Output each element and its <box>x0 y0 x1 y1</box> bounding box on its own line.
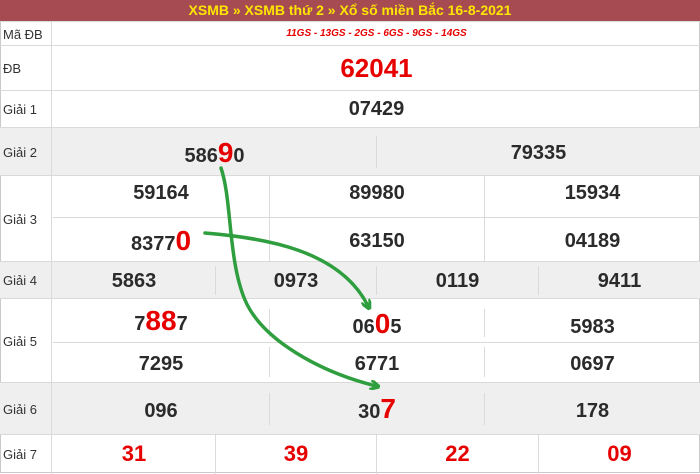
digit-group: 5 <box>390 316 402 338</box>
row-label: ĐB <box>0 46 52 91</box>
highlight-digit: 88 <box>145 305 177 336</box>
prize-5-value: 6771 <box>354 353 400 375</box>
prize-2-value-1: 58690 <box>53 137 376 169</box>
prize-3-value: 04189 <box>564 230 621 252</box>
prize-2-value-2: 79335 <box>510 142 567 164</box>
prize-4-value: 9411 <box>597 270 642 292</box>
row-label: Giải 4 <box>0 262 52 299</box>
row-label: Mã ĐB <box>0 22 52 46</box>
row-label: Giải 5 <box>0 299 52 383</box>
prize-6-value: 178 <box>575 400 610 422</box>
breadcrumb-separator: » <box>323 2 340 18</box>
row-special-prize: ĐB 62041 <box>0 45 700 91</box>
row-label: Giải 7 <box>0 435 52 474</box>
prize-7-value: 22 <box>445 441 470 466</box>
row-prize-1: Giải 1 07429 <box>0 90 700 128</box>
digit-group: 586 <box>184 145 218 167</box>
highlight-digit: 7 <box>380 393 396 424</box>
highlight-digit: 9 <box>217 137 234 168</box>
prize-7-value: 31 <box>121 441 147 466</box>
row-prize-2: Giải 2 58690 79335 <box>0 127 700 176</box>
row-label: Giải 6 <box>0 383 52 435</box>
prize-7-value: 09 <box>607 441 632 466</box>
breadcrumb-xsmb-link[interactable]: XSMB <box>189 2 229 18</box>
prize-3-value: 89980 <box>349 182 405 204</box>
prize-4-value: 5863 <box>111 270 157 292</box>
row-prize-5: Giải 5 7887 0605 5983 7295 6771 0697 <box>0 298 700 383</box>
prize-3-value: 59164 <box>133 182 189 204</box>
special-prize-value: 62041 <box>340 53 413 83</box>
digit-group: 30 <box>358 401 381 423</box>
prize-5-value: 0605 <box>270 308 484 340</box>
highlight-digit: 0 <box>175 225 192 256</box>
prize-4-value: 0119 <box>435 270 480 292</box>
row-label: Giải 3 <box>0 176 52 262</box>
prize-4-value: 0973 <box>273 270 319 292</box>
digit-group: 7 <box>176 313 188 335</box>
prize-3-value: 63150 <box>349 230 405 252</box>
digit-group: 06 <box>352 316 375 338</box>
ma-db-codes: 11GS - 13GS - 2GS - 6GS - 9GS - 14GS <box>286 28 467 39</box>
breadcrumb-title-link[interactable]: Xổ số miền Bắc 16-8-2021 <box>340 2 512 18</box>
prize-5-value: 7295 <box>138 353 184 375</box>
breadcrumb: XSMB » XSMB thứ 2 » Xổ số miền Bắc 16-8-… <box>0 0 700 21</box>
breadcrumb-separator: » <box>228 2 245 18</box>
cell-divider <box>53 217 700 218</box>
digit-group: 0 <box>233 145 245 167</box>
row-prize-6: Giải 6 096 307 178 <box>0 382 700 435</box>
row-label: Giải 2 <box>0 128 52 176</box>
breadcrumb-xsmb-thu-link[interactable]: XSMB thứ 2 <box>245 2 324 18</box>
prize-1-value: 07429 <box>348 98 405 120</box>
prize-7-value: 39 <box>283 441 309 466</box>
highlight-digit: 0 <box>374 308 391 339</box>
prize-3-value: 15934 <box>564 182 621 204</box>
row-prize-4: Giải 4 5863 0973 0119 9411 <box>0 261 700 299</box>
prize-3-value: 83770 <box>53 225 269 257</box>
prize-5-value: 7887 <box>53 305 269 337</box>
row-prize-3: Giải 3 59164 89980 15934 83770 63150 041… <box>0 175 700 262</box>
prize-5-value: 5983 <box>570 316 615 338</box>
row-prize-7: Giải 7 31 39 22 09 <box>0 434 700 474</box>
prize-5-value: 0697 <box>570 353 615 375</box>
row-label: Giải 1 <box>0 91 52 128</box>
cell-divider <box>53 342 700 343</box>
row-ma-db: Mã ĐB 11GS - 13GS - 2GS - 6GS - 9GS - 14… <box>0 21 700 46</box>
digit-group: 8377 <box>130 233 176 255</box>
prize-6-value: 096 <box>144 400 178 422</box>
prize-6-value: 307 <box>270 393 484 425</box>
digit-group: 7 <box>134 313 146 335</box>
